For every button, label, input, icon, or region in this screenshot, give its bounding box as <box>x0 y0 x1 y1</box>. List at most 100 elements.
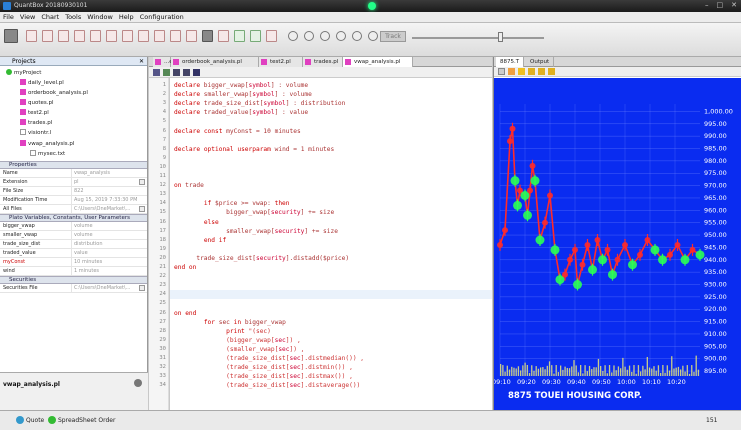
code-line[interactable]: declare const myConst = 10 minutes <box>174 128 301 135</box>
speed-slider-knob[interactable] <box>498 32 503 42</box>
chart-tab[interactable]: 8875.T <box>496 57 525 67</box>
tree-file[interactable]: trades.pl <box>20 119 52 126</box>
indicator-icon[interactable] <box>518 68 525 75</box>
code-line[interactable]: (trade_size_dist[sec].distaverage()) <box>174 382 360 389</box>
step-icon[interactable] <box>173 69 180 76</box>
price-point[interactable] <box>667 251 673 258</box>
securities-header[interactable]: Securities <box>0 276 147 284</box>
playback-control-icon[interactable] <box>288 31 298 41</box>
tree-file[interactable]: test2.pl <box>20 109 49 116</box>
price-point[interactable] <box>674 241 681 248</box>
playback-control-icon[interactable] <box>352 31 362 41</box>
price-point[interactable] <box>604 246 611 253</box>
code-line[interactable]: trade_size_dist[security].distadd($price… <box>174 255 349 262</box>
property-row[interactable]: trade_size_dist distribution <box>0 240 147 249</box>
editor-tab[interactable]: ...ecp <box>153 57 179 67</box>
property-row[interactable]: File Size 822 <box>0 187 147 196</box>
code-line[interactable]: else <box>174 219 219 226</box>
price-point[interactable] <box>535 235 545 245</box>
playback-control-icon[interactable] <box>336 31 346 41</box>
price-point[interactable] <box>542 219 548 226</box>
price-point[interactable] <box>567 256 573 263</box>
price-point[interactable] <box>529 162 536 169</box>
browse-icon[interactable] <box>139 206 145 212</box>
price-point[interactable] <box>502 227 508 234</box>
price-point[interactable] <box>509 125 516 132</box>
code-line[interactable]: (smaller_vwap[sec]) , <box>174 346 304 353</box>
strategy-tool-icon[interactable] <box>74 30 85 42</box>
tree-file[interactable]: orderbook_analysis.pl <box>20 89 88 96</box>
price-chart[interactable]: 1,000.00 995.00 990.00 985.00 980.00 975.00 97… <box>492 78 741 410</box>
price-point[interactable] <box>680 255 690 265</box>
price-point[interactable] <box>562 271 568 278</box>
menu-item[interactable]: File <box>3 13 14 21</box>
price-point[interactable] <box>507 138 513 145</box>
price-point[interactable] <box>608 270 617 280</box>
menu-item[interactable]: Window <box>87 13 113 21</box>
price-chart-svg[interactable]: 1,000.00 995.00 990.00 985.00 980.00 975.00 97… <box>492 78 741 410</box>
stop-icon[interactable] <box>183 69 190 76</box>
code-line[interactable]: on end <box>174 310 196 317</box>
filter-icon[interactable] <box>538 68 545 75</box>
editor-tab[interactable]: orderbook_analysis.pl <box>171 57 259 67</box>
property-row[interactable]: smaller_vwap volume <box>0 231 147 240</box>
strategy-tool-icon[interactable] <box>42 30 53 42</box>
strategy-tool-icon[interactable] <box>138 30 149 42</box>
editor-tab[interactable]: test2.pl <box>259 57 303 67</box>
help-icon[interactable] <box>134 379 142 387</box>
grid-icon[interactable] <box>498 68 505 75</box>
strategy-tool-icon[interactable] <box>26 30 37 42</box>
code-line[interactable]: if $price >= vwap: then <box>174 200 290 207</box>
code-line[interactable]: declare traded_value[symbol] : value <box>174 109 308 116</box>
strategy-tool-icon[interactable] <box>90 30 101 42</box>
code-line[interactable]: (bigger_vwap[sec]) , <box>174 337 301 344</box>
properties-header[interactable]: Properties <box>0 161 147 169</box>
price-point[interactable] <box>579 261 586 268</box>
price-point[interactable] <box>573 280 582 290</box>
price-point[interactable] <box>598 255 607 265</box>
filter-icon[interactable] <box>548 68 555 75</box>
price-point[interactable] <box>650 245 660 255</box>
tree-file[interactable]: daily_level.pl <box>20 79 64 86</box>
variables-header[interactable]: Plato Variables, Constants, User Paramet… <box>0 214 147 222</box>
property-row[interactable]: Modification Time Aug 15, 2019 7:33:30 PM <box>0 196 147 205</box>
strategy-tool-icon[interactable] <box>234 30 245 42</box>
playback-control-icon[interactable] <box>320 31 330 41</box>
strategy-tool-icon[interactable] <box>106 30 117 42</box>
property-row[interactable]: wind 1 minutes <box>0 267 147 276</box>
chart-type-icon[interactable] <box>508 68 515 75</box>
run-icon[interactable] <box>153 69 160 76</box>
code-line[interactable]: smaller_vwap[security] += size <box>174 228 338 235</box>
menu-item[interactable]: Tools <box>65 13 81 21</box>
price-point[interactable] <box>550 245 560 255</box>
price-point[interactable] <box>622 241 628 248</box>
chart-tab[interactable]: Output <box>526 57 555 67</box>
track-button[interactable]: Track <box>380 31 406 42</box>
property-row[interactable]: traded_value value <box>0 249 147 258</box>
code-line[interactable]: bigger_vwap[security] += size <box>174 209 334 216</box>
save-icon[interactable] <box>193 69 200 76</box>
price-point[interactable] <box>628 260 637 270</box>
tree-file[interactable]: quotes.pl <box>20 99 54 106</box>
price-point[interactable] <box>523 210 532 220</box>
code-line[interactable]: end on <box>174 264 196 271</box>
price-point[interactable] <box>594 237 601 243</box>
code-line[interactable]: (trade_size_dist[sec].distmax()) , <box>174 373 353 380</box>
price-point[interactable] <box>510 176 520 186</box>
strategy-tool-icon[interactable] <box>154 30 165 42</box>
price-point[interactable] <box>658 255 667 265</box>
tree-file[interactable]: mysec.txt <box>30 150 65 157</box>
spreadsheet-order-label[interactable]: SpreadSheet Order <box>58 417 115 424</box>
editor-tab[interactable]: trades.pl <box>303 57 343 67</box>
menu-item[interactable]: Configuration <box>140 13 184 21</box>
price-point[interactable] <box>644 237 651 243</box>
price-point[interactable] <box>695 250 705 260</box>
strategy-tool-icon[interactable] <box>58 30 69 42</box>
property-row[interactable]: Securities File C:\Users\OneMarket\... <box>0 284 147 293</box>
code-line[interactable]: declare smaller_vwap[symbol] : volume <box>174 91 312 98</box>
price-point[interactable] <box>527 187 533 194</box>
code-line[interactable]: declare optional userparam wind = 1 minu… <box>174 146 334 153</box>
strategy-tool-icon[interactable] <box>218 30 229 42</box>
tree-file[interactable]: vwap_analysis.pl <box>20 140 74 147</box>
strategy-tool-icon[interactable] <box>170 30 181 42</box>
